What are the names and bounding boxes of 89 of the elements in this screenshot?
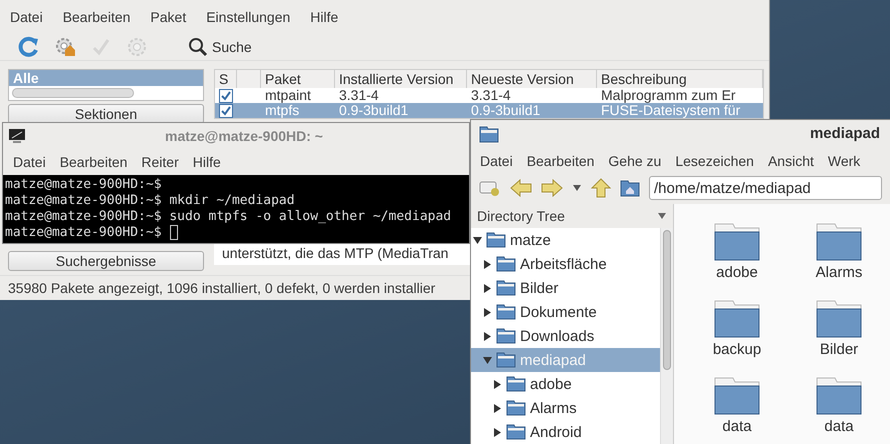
menu-item[interactable]: Ansicht <box>768 152 814 168</box>
menu-item[interactable]: Datei <box>10 9 43 25</box>
column-header[interactable]: Installierte Version <box>335 70 467 88</box>
search-icon <box>188 37 208 57</box>
terminal-line: matze@matze-900HD:~$ sudo mtpfs -o allow_other ~/mediapad <box>5 209 452 225</box>
menu-item[interactable]: Paket <box>150 9 186 25</box>
folder-icon <box>713 376 761 416</box>
folder-icon <box>506 400 526 416</box>
expander-right-icon[interactable] <box>483 260 492 268</box>
menu-item[interactable]: Hilfe <box>310 9 338 25</box>
scrollbar-thumb[interactable] <box>663 230 671 370</box>
menu-item[interactable]: Einstellungen <box>206 9 290 25</box>
table-cell-text: mtpfs <box>264 103 300 118</box>
sections-button[interactable]: Sektionen <box>8 104 204 124</box>
folder-icon <box>815 222 863 262</box>
menu-item[interactable]: Gehe zu <box>608 152 662 168</box>
folder-icon <box>815 376 863 416</box>
folder-icon <box>496 328 516 344</box>
folder-icon <box>713 222 761 262</box>
expander-right-icon[interactable] <box>493 428 502 436</box>
checkbox[interactable] <box>219 104 233 118</box>
menu-item[interactable]: Bearbeiten <box>526 152 594 168</box>
table-cell-text: 0.9-3build1 <box>338 103 410 118</box>
column-header[interactable]: S <box>215 70 237 88</box>
terminal-line: matze@matze-900HD:~$ <box>5 225 163 241</box>
refresh-icon[interactable] <box>18 36 40 58</box>
folder-icon <box>815 299 863 339</box>
window-title: mediapad <box>808 125 880 142</box>
table-cell-text: Malprogramm zum Er <box>600 88 737 103</box>
column-header[interactable]: Paket <box>261 70 335 88</box>
table-cell-text: FUSE-Dateisystem für <box>600 103 742 118</box>
location-field[interactable]: /home/matze/mediapad <box>649 176 882 200</box>
expander-down-icon[interactable] <box>483 356 492 364</box>
window-title: matze@matze-900HD: ~ <box>164 128 324 144</box>
folder-icon <box>496 352 516 368</box>
table-cell-text: mtpaint <box>264 88 312 103</box>
expander-right-icon[interactable] <box>483 284 492 292</box>
pane-title: Directory Tree <box>477 208 565 224</box>
home-folder-icon[interactable] <box>620 179 640 197</box>
folder-item[interactable]: Bilder <box>788 299 890 369</box>
folder-icon <box>506 424 526 440</box>
folder-item[interactable]: Alarms <box>788 222 890 292</box>
expander-right-icon[interactable] <box>493 380 502 388</box>
folder-icon <box>496 256 516 272</box>
terminal-icon <box>9 128 25 142</box>
column-header[interactable]: Neueste Version <box>467 70 597 88</box>
tree-item[interactable]: Alarms <box>471 396 660 420</box>
dropdown-caret-icon[interactable] <box>572 184 582 192</box>
folder-icon <box>479 124 499 142</box>
folder-item[interactable]: data <box>788 376 890 444</box>
terminal-line: matze@matze-900HD:~$ <box>5 177 162 193</box>
menu-item[interactable]: Hilfe <box>192 154 221 170</box>
folder-item[interactable]: backup <box>686 299 788 369</box>
table-cell-text: 0.9-3build1 <box>470 103 542 118</box>
menu-item[interactable]: Werk <box>828 152 860 168</box>
folder-icon <box>506 376 526 392</box>
terminal-line: matze@matze-900HD:~$ mkdir ~/mediapad <box>5 193 295 209</box>
menu-item[interactable]: Bearbeiten <box>60 154 128 170</box>
table-cell-text: 3.31-4 <box>470 88 512 103</box>
expander-right-icon[interactable] <box>483 308 492 316</box>
folder-icon <box>486 232 506 248</box>
tree-item[interactable]: Android <box>471 420 660 444</box>
menu-item[interactable]: Datei <box>480 152 513 168</box>
folder-item[interactable]: data <box>686 376 788 444</box>
folder-icon <box>496 280 516 296</box>
text-cursor <box>170 225 178 240</box>
tree-item[interactable]: Downloads <box>471 324 660 348</box>
search-results-button[interactable]: Suchergebnisse <box>8 251 204 271</box>
package-row[interactable]: mtpaint 3.31-4 3.31-4 Malprogramm zum Er <box>215 88 763 103</box>
menu-item[interactable]: Datei <box>13 154 46 170</box>
folder-icon <box>713 299 761 339</box>
tree-item[interactable]: adobe <box>471 372 660 396</box>
search-button[interactable]: Suche <box>188 37 252 57</box>
table-cell-text: 3.31-4 <box>338 88 380 103</box>
gear-icon[interactable] <box>54 36 76 58</box>
scrollbar[interactable] <box>660 228 673 444</box>
checkbox[interactable] <box>219 89 233 103</box>
expander-down-icon[interactable] <box>473 236 482 244</box>
menu-item[interactable]: Lesezeichen <box>675 152 754 168</box>
tree-item[interactable]: Dokumente <box>471 300 660 324</box>
menu-item[interactable]: Reiter <box>141 154 179 170</box>
expander-right-icon[interactable] <box>493 404 502 412</box>
folder-icon <box>496 304 516 320</box>
scrollbar[interactable] <box>12 88 134 98</box>
expander-right-icon[interactable] <box>483 332 492 340</box>
tree-item[interactable]: Bilder <box>471 276 660 300</box>
column-header[interactable]: Beschreibung <box>597 70 763 88</box>
dropdown-caret-icon[interactable] <box>657 212 667 220</box>
menu-item[interactable]: Bearbeiten <box>62 9 130 25</box>
